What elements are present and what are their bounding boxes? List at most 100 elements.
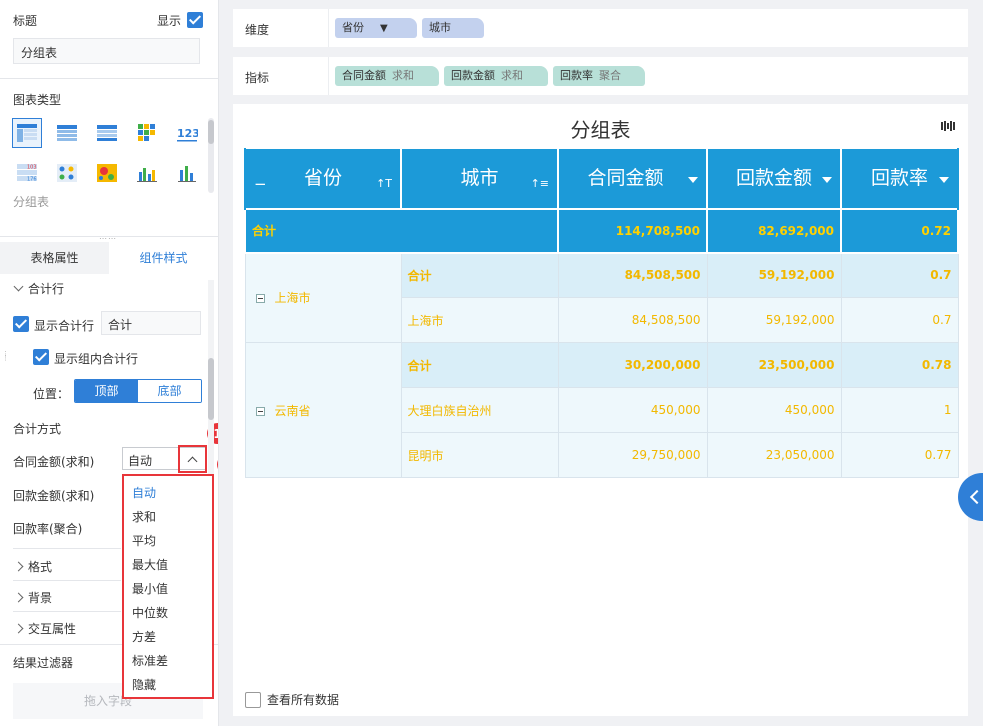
fullscreen-icon[interactable]: [941, 120, 955, 134]
group-subtotal-row: 云南省 合计 30,200,000 23,500,000 0.78: [244, 342, 959, 478]
drag-handle-icon[interactable]: ⋮ ⋮: [2, 351, 9, 362]
dimension-chip-province[interactable]: 省份 ▼: [335, 18, 417, 38]
metric-chip-contract[interactable]: 合同金额 求和: [335, 66, 439, 86]
dimension-chip-city[interactable]: 城市: [422, 18, 484, 38]
select-value: 自动: [128, 454, 153, 468]
grand-total-contract: 114,708,500: [557, 207, 708, 254]
chevron-right-icon: [13, 592, 24, 603]
group-subtotal-row: 上海市 合计 84,508,500 59,192,000 0.7: [244, 252, 959, 343]
view-all-data-toggle[interactable]: 查看所有数据: [245, 691, 339, 708]
detail-table-icon[interactable]: [52, 118, 82, 148]
rate-cell: 0.7: [840, 252, 959, 298]
number-card-icon[interactable]: 123: [172, 118, 202, 148]
header-label: 省份: [303, 167, 342, 190]
option-max[interactable]: 最大值: [132, 556, 168, 573]
scatter-matrix-icon[interactable]: [52, 158, 82, 188]
chip-label: 省份: [342, 21, 364, 34]
bar-chart-icon[interactable]: [172, 158, 202, 188]
cross-table-icon[interactable]: [92, 118, 122, 148]
collapse-icon[interactable]: [255, 294, 265, 304]
total-row-name-input[interactable]: 合计: [101, 311, 201, 335]
settings-panel: 标题 显示 分组表 图表类型 123 103 176 分组表 ⋯⋯ 表格属性 组…: [0, 0, 219, 726]
separator: [328, 9, 329, 47]
header-province[interactable]: − 省份 ↑T: [244, 148, 402, 209]
tab-table-attributes[interactable]: 表格属性: [0, 242, 109, 274]
show-title-label: 显示: [156, 14, 181, 28]
background-section-header[interactable]: 背景: [13, 589, 52, 606]
city-cell: 大理白族自治州: [400, 387, 559, 433]
header-label: 城市: [460, 167, 499, 190]
position-segmented-control: 顶部 底部: [74, 379, 202, 403]
caret-down-icon[interactable]: [688, 177, 698, 183]
show-group-total-label: 显示组内合计行: [54, 352, 139, 366]
tab-component-style[interactable]: 组件样式: [109, 242, 218, 274]
show-total-row-checkbox[interactable]: [13, 316, 29, 332]
metric-chip-payment[interactable]: 回款金额 求和: [444, 66, 548, 86]
metric-chip-rate[interactable]: 回款率 聚合: [553, 66, 645, 86]
province-cell: 上海市: [244, 252, 402, 343]
chevron-right-icon: [13, 561, 24, 572]
option-min[interactable]: 最小值: [132, 580, 168, 597]
metric-bar: 指标 合同金额 求和 回款金额 求和 回款率 聚合: [233, 57, 968, 95]
rate-cell: 0.78: [840, 342, 959, 388]
chip-label: 回款率: [560, 69, 593, 82]
option-std-dev[interactable]: 标准差: [132, 652, 168, 669]
sort-icon[interactable]: ↑T: [376, 171, 392, 197]
option-sum[interactable]: 求和: [132, 508, 156, 525]
header-payment-rate[interactable]: 回款率: [840, 148, 959, 209]
position-bottom-option[interactable]: 底部: [138, 380, 201, 402]
interaction-section-header[interactable]: 交互属性: [13, 620, 76, 637]
format-section-header[interactable]: 格式: [13, 558, 53, 575]
payment-cell: 59,192,000: [706, 252, 842, 298]
svg-text:176: 176: [27, 177, 37, 183]
property-tabs: 表格属性 组件样式: [0, 242, 218, 274]
header-city[interactable]: 城市 ↑≡: [400, 148, 559, 209]
option-average[interactable]: 平均: [132, 532, 156, 549]
collapse-icon[interactable]: [255, 406, 265, 416]
option-median[interactable]: 中位数: [132, 604, 168, 621]
province-cell: 云南省: [244, 342, 402, 478]
header-contract-amount[interactable]: 合同金额: [557, 148, 708, 209]
chip-label: 合同金额: [342, 69, 386, 82]
separator: [328, 57, 329, 95]
title-label: 标题: [13, 14, 38, 28]
total-row-section-header[interactable]: 合计行: [13, 280, 64, 297]
sort-icon[interactable]: ↑≡: [531, 171, 549, 197]
chevron-down-icon: [13, 281, 24, 292]
chart-type-scrollbar[interactable]: [208, 118, 214, 193]
city-cell: 合计: [400, 252, 559, 298]
chart-type-caption: 分组表: [13, 195, 50, 209]
heatmap-icon[interactable]: [92, 158, 122, 188]
title-input[interactable]: 分组表: [13, 38, 200, 64]
dimension-label: 维度: [245, 23, 270, 37]
caret-down-icon[interactable]: [822, 177, 832, 183]
rate-cell: 0.77: [840, 432, 959, 478]
multi-bar-icon[interactable]: [132, 158, 162, 188]
caret-down-icon[interactable]: [939, 177, 949, 183]
chevron-left-icon: [969, 489, 983, 505]
title-row: 标题 显示: [13, 10, 203, 30]
option-variance[interactable]: 方差: [132, 628, 156, 645]
view-all-checkbox[interactable]: [245, 691, 261, 708]
show-group-total-checkbox[interactable]: [33, 349, 49, 365]
contract-cell: 30,200,000: [557, 342, 708, 388]
metric-label: 指标: [245, 71, 270, 85]
total-method-label: 合计方式: [13, 422, 62, 436]
show-total-row-label: 显示合计行: [34, 319, 95, 333]
show-title-checkbox[interactable]: [187, 12, 203, 28]
header-payment-amount[interactable]: 回款金额: [706, 148, 842, 209]
payment-cell: 450,000: [706, 387, 842, 433]
view-all-label: 查看所有数据: [267, 693, 340, 707]
ranking-table-icon[interactable]: 103 176: [12, 158, 42, 188]
chip-label: 回款金额: [451, 69, 495, 82]
format-section-label: 格式: [28, 560, 53, 574]
option-hide[interactable]: 隐藏: [132, 676, 156, 693]
payment-cell: 23,500,000: [706, 342, 842, 388]
chip-agg: 聚合: [599, 69, 621, 82]
option-auto[interactable]: 自动: [132, 484, 156, 501]
position-top-option[interactable]: 顶部: [75, 380, 138, 402]
collapse-icon[interactable]: −: [254, 171, 267, 197]
grand-total-label: 合计: [244, 207, 559, 254]
color-grid-icon[interactable]: [132, 118, 162, 148]
grouped-table-icon[interactable]: [12, 118, 42, 148]
